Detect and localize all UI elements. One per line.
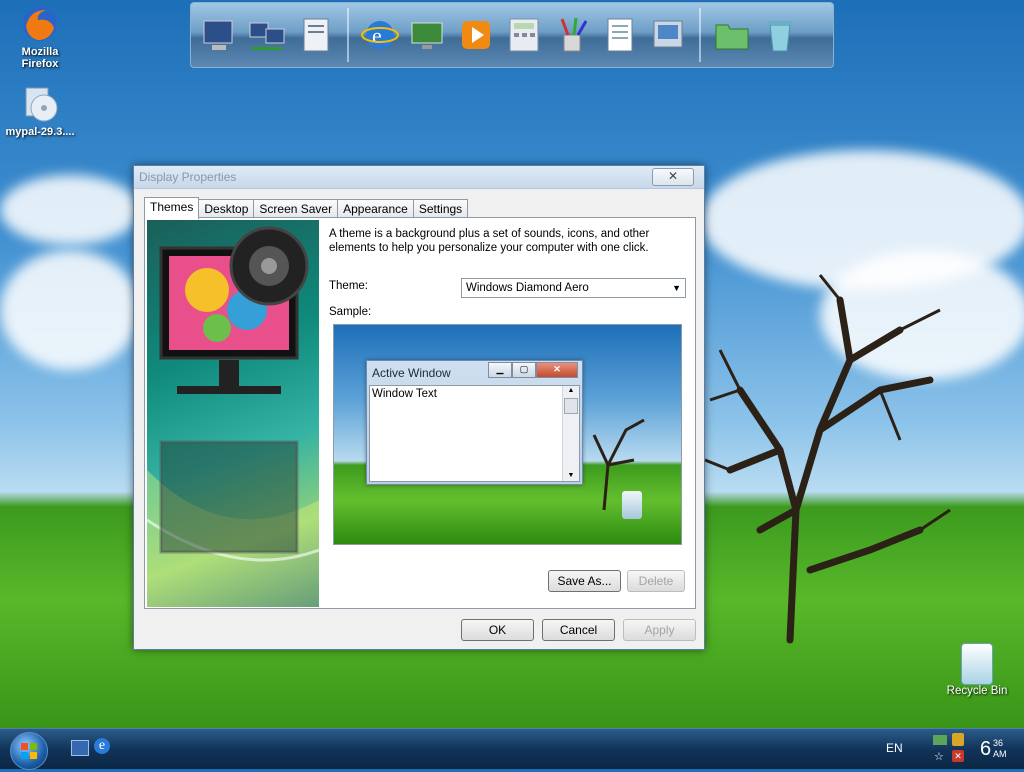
sample-active-window: Active Window ▁ ▢ ✕ Window Text ▲ ▼	[366, 360, 583, 485]
star-tray-icon[interactable]: ☆	[934, 750, 944, 763]
network-icon[interactable]	[247, 11, 289, 59]
taskbar: e EN ☆ ✕ 6 36 AM	[0, 728, 1024, 770]
tab-screen-saver[interactable]: Screen Saver	[253, 199, 339, 218]
close-icon: ✕	[536, 362, 578, 378]
tab-themes[interactable]: Themes	[144, 197, 200, 219]
chevron-down-icon: ▼	[672, 283, 681, 293]
ok-button[interactable]: OK	[461, 619, 534, 641]
firefox-label-2: Firefox	[21, 58, 59, 70]
scroll-down-icon: ▼	[567, 472, 575, 479]
scanner-icon[interactable]	[647, 11, 689, 59]
theme-label: Theme:	[329, 280, 368, 292]
documents-icon[interactable]	[295, 11, 337, 59]
sample-caption-buttons: ▁ ▢ ✕	[488, 362, 578, 378]
theme-sample-preview: Active Window ▁ ▢ ✕ Window Text ▲ ▼	[333, 324, 682, 545]
theme-select[interactable]: Windows Diamond Aero ▼	[461, 278, 686, 298]
quicklaunch-dock: e	[190, 2, 834, 68]
cloud	[0, 250, 140, 370]
sample-tree	[592, 418, 645, 511]
firefox-label-1: Mozilla	[21, 46, 59, 58]
themes-panel: A theme is a background plus a set of so…	[144, 217, 696, 609]
clock-hour: 6	[980, 738, 992, 760]
clock-minute: 36	[993, 738, 1004, 748]
calculator-icon[interactable]	[503, 11, 545, 59]
mypal-label: mypal-29.3....	[5, 126, 75, 138]
cloud	[0, 175, 140, 245]
start-button[interactable]	[10, 732, 48, 770]
delete-button[interactable]: Delete	[627, 570, 685, 592]
scroll-up-icon: ▲	[567, 387, 575, 394]
tab-appearance[interactable]: Appearance	[337, 199, 414, 218]
windows-logo-icon	[21, 743, 37, 759]
sample-scrollbar: ▲ ▼	[562, 386, 579, 481]
scroll-thumb	[564, 398, 578, 414]
notepad-icon[interactable]	[599, 11, 641, 59]
show-desktop-icon[interactable]	[71, 740, 89, 756]
program-files-icon[interactable]	[711, 11, 753, 59]
desktop-icon-mypal[interactable]: mypal-29.3....	[2, 84, 78, 138]
my-computer-icon[interactable]	[199, 11, 241, 59]
close-button[interactable]: ✕	[652, 168, 694, 186]
network-tray-icon[interactable]	[933, 735, 947, 745]
clock[interactable]: 6 36 AM	[980, 738, 1007, 761]
dock-separator	[699, 8, 701, 62]
save-as-button[interactable]: Save As...	[548, 570, 621, 592]
internet-explorer-icon[interactable]: e	[94, 738, 110, 754]
security-shield-icon[interactable]	[952, 733, 964, 746]
sample-window-client: Window Text ▲ ▼	[369, 385, 580, 482]
media-player-icon[interactable]	[455, 11, 497, 59]
sample-window-text: Window Text	[372, 388, 437, 400]
paint-tools-icon[interactable]	[551, 11, 593, 59]
themes-banner-image	[147, 220, 319, 607]
dialog-titlebar[interactable]: Display Properties ✕	[134, 166, 704, 189]
display-properties-dialog: Display Properties ✕ Themes Desktop Scre…	[133, 165, 705, 650]
alert-tray-icon[interactable]: ✕	[952, 750, 964, 762]
cancel-button[interactable]: Cancel	[542, 619, 615, 641]
dock-separator	[347, 8, 349, 62]
recycle-bin-label: Recycle Bin	[946, 685, 1008, 697]
installer-disc-icon	[20, 84, 60, 124]
language-indicator[interactable]: EN	[886, 741, 903, 755]
svg-text:e: e	[372, 23, 382, 48]
theme-description: A theme is a background plus a set of so…	[329, 228, 650, 254]
dialog-title: Display Properties	[139, 170, 237, 184]
desktop-icon-recycle-bin[interactable]: Recycle Bin	[940, 643, 1014, 697]
maximize-icon: ▢	[512, 362, 536, 378]
minimize-icon: ▁	[488, 362, 512, 378]
internet-explorer-icon[interactable]: e	[359, 11, 401, 59]
recycle-bin-icon	[622, 491, 642, 519]
recycle-bin-icon	[961, 643, 993, 685]
firefox-icon	[20, 4, 60, 44]
control-panel-icon[interactable]	[407, 11, 449, 59]
dead-tree-wallpaper	[704, 274, 951, 644]
sample-label: Sample:	[329, 306, 372, 318]
clock-ampm: AM	[993, 749, 1007, 759]
recycle-icon[interactable]	[759, 11, 801, 59]
theme-select-value: Windows Diamond Aero	[466, 282, 589, 294]
tab-settings[interactable]: Settings	[412, 199, 469, 218]
tab-desktop[interactable]: Desktop	[198, 199, 255, 218]
desktop-icon-firefox[interactable]: Mozilla Firefox	[2, 4, 78, 70]
tab-strip: Themes Desktop Screen Saver Appearance S…	[144, 197, 469, 219]
apply-button[interactable]: Apply	[623, 619, 696, 641]
sample-window-title: Active Window	[372, 366, 451, 380]
